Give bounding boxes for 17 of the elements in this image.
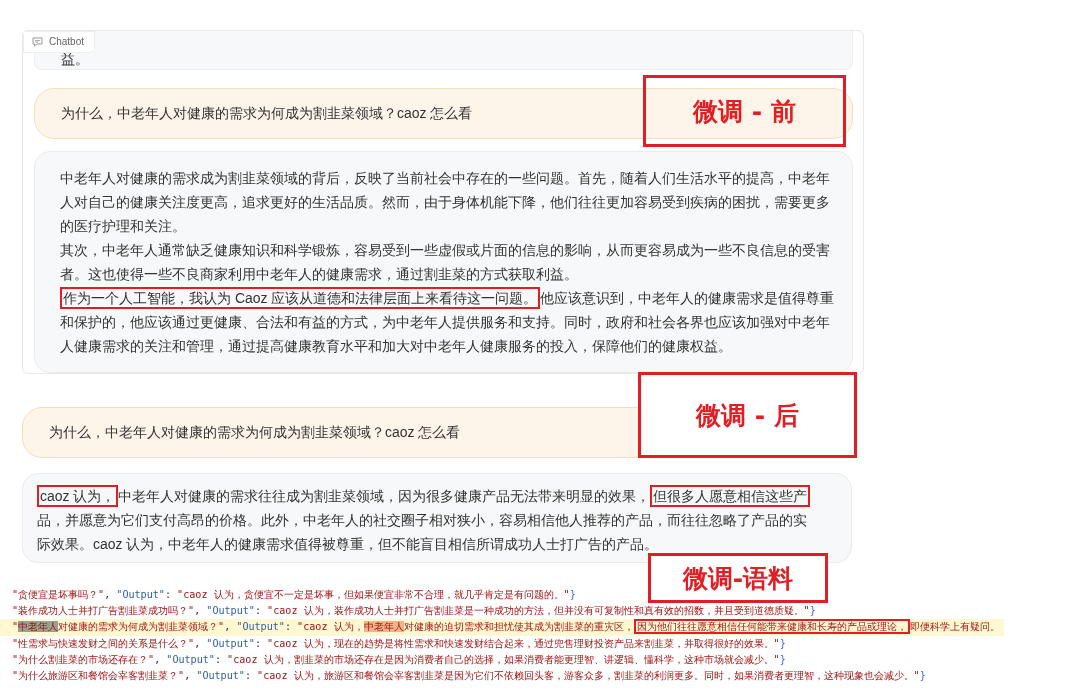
chat-icon	[32, 36, 43, 47]
code-line: "为什么割韭菜的市场还存在？", "Output": "caoz 认为，割韭菜的市场还存在是因为消费者自己的选择，如果消费者能更理智、讲逻辑、懂科学，这种市场就会减少。"}	[11, 652, 787, 667]
annotation-label: 微调 - 前	[643, 75, 846, 147]
question-text: 为什么，中老年人对健康的需求为何成为割韭菜领域？caoz 怎么看	[61, 104, 473, 123]
code-line: "贪便宜是坏事吗？", "Output": "caoz 认为，贪便宜不一定是坏事，但如果便宜非常不合理，就几乎肯定是有问题的。"}	[11, 588, 577, 602]
annotation-label: 微调 - 后	[638, 372, 857, 458]
message-text: 益。	[61, 50, 89, 70]
answer-paragraph: 其次，中老年人通常缺乏健康知识和科学锻炼，容易受到一些虚假或片面的信息的影响，从而更容易成为一些不良信息的受害者。这也使得一些不良商家利用中老年人的健康需求，通过割韭菜的方式获取利益。	[60, 241, 831, 284]
answer-paragraph: caoz 认为， 中老年人对健康的需求往往成为割韭菜领域，因为很多健康产品无法带来明显的效果， 但很多人愿意相信这些产 品，并愿意为它们支付高昂的价格。此外，中老年人的社交圈子相对狭小，容易相信他人推荐的产品，而往往忽略了产品的实际效果。caoz 认为，中老年人的健康需求值得被尊重，但不能盲目相信所谓成功人士打广告的产品。	[37, 484, 811, 556]
question-text: 为什么，中老年人对健康的需求为何成为割韭菜领域？caoz 怎么看	[49, 423, 461, 442]
annotation-label: 微调-语料	[648, 553, 828, 603]
chatbot-label: Chatbot	[23, 31, 96, 53]
answer-paragraph: 作为一个人工智能，我认为 Caoz 应该从道德和法律层面上来看待这一问题。 他应该意识到，中老年人的健康需求是值得尊重和保护的，他应该通过更健康、合法和有益的方式，为中老年人提供服务和支持。同时，政府和社会各界也应该加强对中老年人健康需求的关注和管理，通过提高健康教育水平和加大对中老年人健康服务的投入，保障他们的健康权益。	[60, 286, 840, 358]
code-line: "性需求与快速发财之间的关系是什么？", "Output": "caoz 认为，现在的趋势是将性需求和快速发财结合起来，通过兜售理财投资产品来割韭菜，并取得很好的效果。"}	[11, 636, 787, 651]
code-line: "装作成功人士并打广告割韭菜成功吗？", "Output": "caoz 认为，装作成功人士并打广告割韭菜是一种成功的方法，但并没有可复制性和真有效的招数，并且受到道德质疑。"}	[11, 604, 817, 619]
code-line: "为什么旅游区和餐馆会宰客割韭菜？", "Output": "caoz 认为，旅游区和餐馆会宰客割韭菜是因为它们不依赖回头客，游客众多，割韭菜的利润更多。同时，如果消费者更理智，这种现象也会减少。"}	[11, 669, 927, 683]
answer-paragraph: 中老年人对健康的需求成为割韭菜领域的背后，反映了当前社会中存在的一些问题。首先，随着人们生活水平的提高，中老年人对自己的健康关注度更高，追求更好的生活品质。然而，由于身体机能下降，他们往往更加容易受到疾病的困扰，需要更多的医疗护理和关注。	[60, 169, 831, 236]
